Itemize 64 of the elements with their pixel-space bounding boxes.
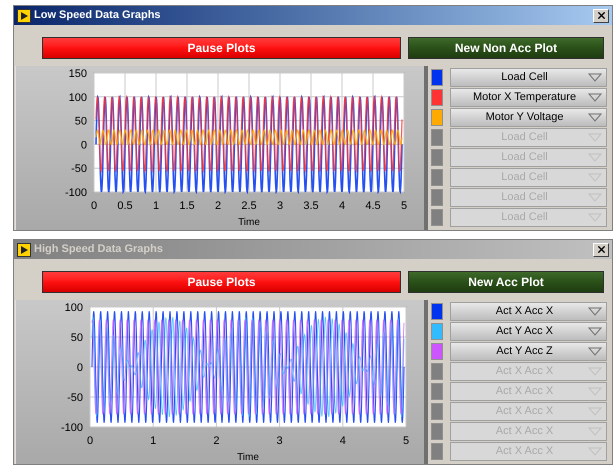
- close-button[interactable]: [593, 242, 609, 256]
- app-icon: [17, 8, 31, 22]
- y-tick-label: -100: [64, 187, 87, 199]
- dropdown-triangle-icon: [588, 213, 602, 222]
- dropdown-triangle-icon: [588, 327, 602, 336]
- plot-dropdown[interactable]: Act X Acc X: [450, 302, 607, 321]
- window-title: High Speed Data Graphs: [34, 242, 164, 258]
- new-plot-button[interactable]: New Non Acc Plot: [408, 37, 604, 59]
- dropdown-triangle-icon: [588, 307, 602, 316]
- dropdown-triangle-icon: [588, 407, 602, 416]
- dropdown-triangle-icon: [588, 347, 602, 356]
- plot-dropdown[interactable]: Act Y Acc X: [450, 322, 607, 341]
- x-tick-label: 2: [214, 200, 222, 212]
- dropdown-triangle-icon: [588, 173, 602, 182]
- y-tick-label: 100: [68, 92, 87, 104]
- x-tick-label: 1.5: [179, 200, 195, 212]
- x-tick-label: 0: [90, 200, 98, 212]
- plot-dropdown[interactable]: Load Cell: [450, 68, 607, 87]
- y-tick-label: 0: [76, 362, 83, 374]
- dropdown-triangle-icon: [588, 367, 602, 376]
- y-tick-label: -50: [71, 163, 87, 176]
- close-button[interactable]: [593, 8, 609, 22]
- x-tick-label: 3: [276, 200, 284, 212]
- y-tick-label: 150: [68, 68, 87, 80]
- y-tick-label: 100: [64, 302, 83, 314]
- dropdown-triangle-icon: [588, 153, 602, 162]
- dropdown-triangle-icon: [588, 387, 602, 396]
- new-plot-button[interactable]: New Acc Plot: [408, 271, 604, 293]
- dropdown-triangle-icon: [588, 447, 602, 456]
- close-icon: [596, 244, 606, 255]
- y-tick-label: -100: [60, 422, 83, 434]
- x-tick-label: 3.5: [303, 200, 319, 212]
- x-tick-label: 0.5: [117, 200, 133, 212]
- window-title: Low Speed Data Graphs: [34, 8, 162, 24]
- dropdown-triangle-icon: [588, 133, 602, 142]
- plot-dropdown[interactable]: Motor Y Voltage: [450, 108, 607, 127]
- x-tick-label: 2: [213, 435, 220, 447]
- dropdown-triangle-icon: [588, 93, 602, 102]
- dropdown-triangle-icon: [588, 113, 602, 122]
- y-tick-label: 50: [70, 332, 83, 344]
- x-tick-label: 4: [338, 200, 346, 212]
- y-tick-label: 0: [80, 139, 87, 152]
- x-tick-label: 1: [150, 435, 156, 447]
- dropdown-triangle-icon: [588, 427, 602, 436]
- x-tick-label: 1: [152, 200, 160, 212]
- plot-dropdown[interactable]: Act Y Acc Z: [450, 342, 607, 361]
- y-tick-label: -50: [67, 392, 83, 404]
- dropdown-triangle-icon: [588, 193, 602, 202]
- x-tick-label: 5: [400, 200, 408, 212]
- close-icon: [596, 10, 606, 21]
- pause-button[interactable]: Pause Plots: [42, 271, 401, 293]
- x-tick-label: 0: [86, 435, 94, 447]
- x-axis-label: Time: [238, 217, 260, 228]
- dropdown-triangle-icon: [588, 73, 602, 82]
- app-icon: [17, 242, 31, 256]
- x-tick-label: 3: [276, 435, 283, 447]
- x-tick-label: 2.5: [241, 200, 257, 212]
- y-tick-label: 50: [74, 116, 87, 128]
- x-tick-label: 4: [340, 435, 346, 447]
- plot-dropdown[interactable]: Motor X Temperature: [450, 88, 607, 107]
- x-tick-label: 4.5: [365, 200, 381, 212]
- pause-button[interactable]: Pause Plots: [42, 37, 401, 59]
- x-axis-label: Time: [237, 452, 259, 463]
- x-tick-label: 5: [402, 435, 410, 447]
